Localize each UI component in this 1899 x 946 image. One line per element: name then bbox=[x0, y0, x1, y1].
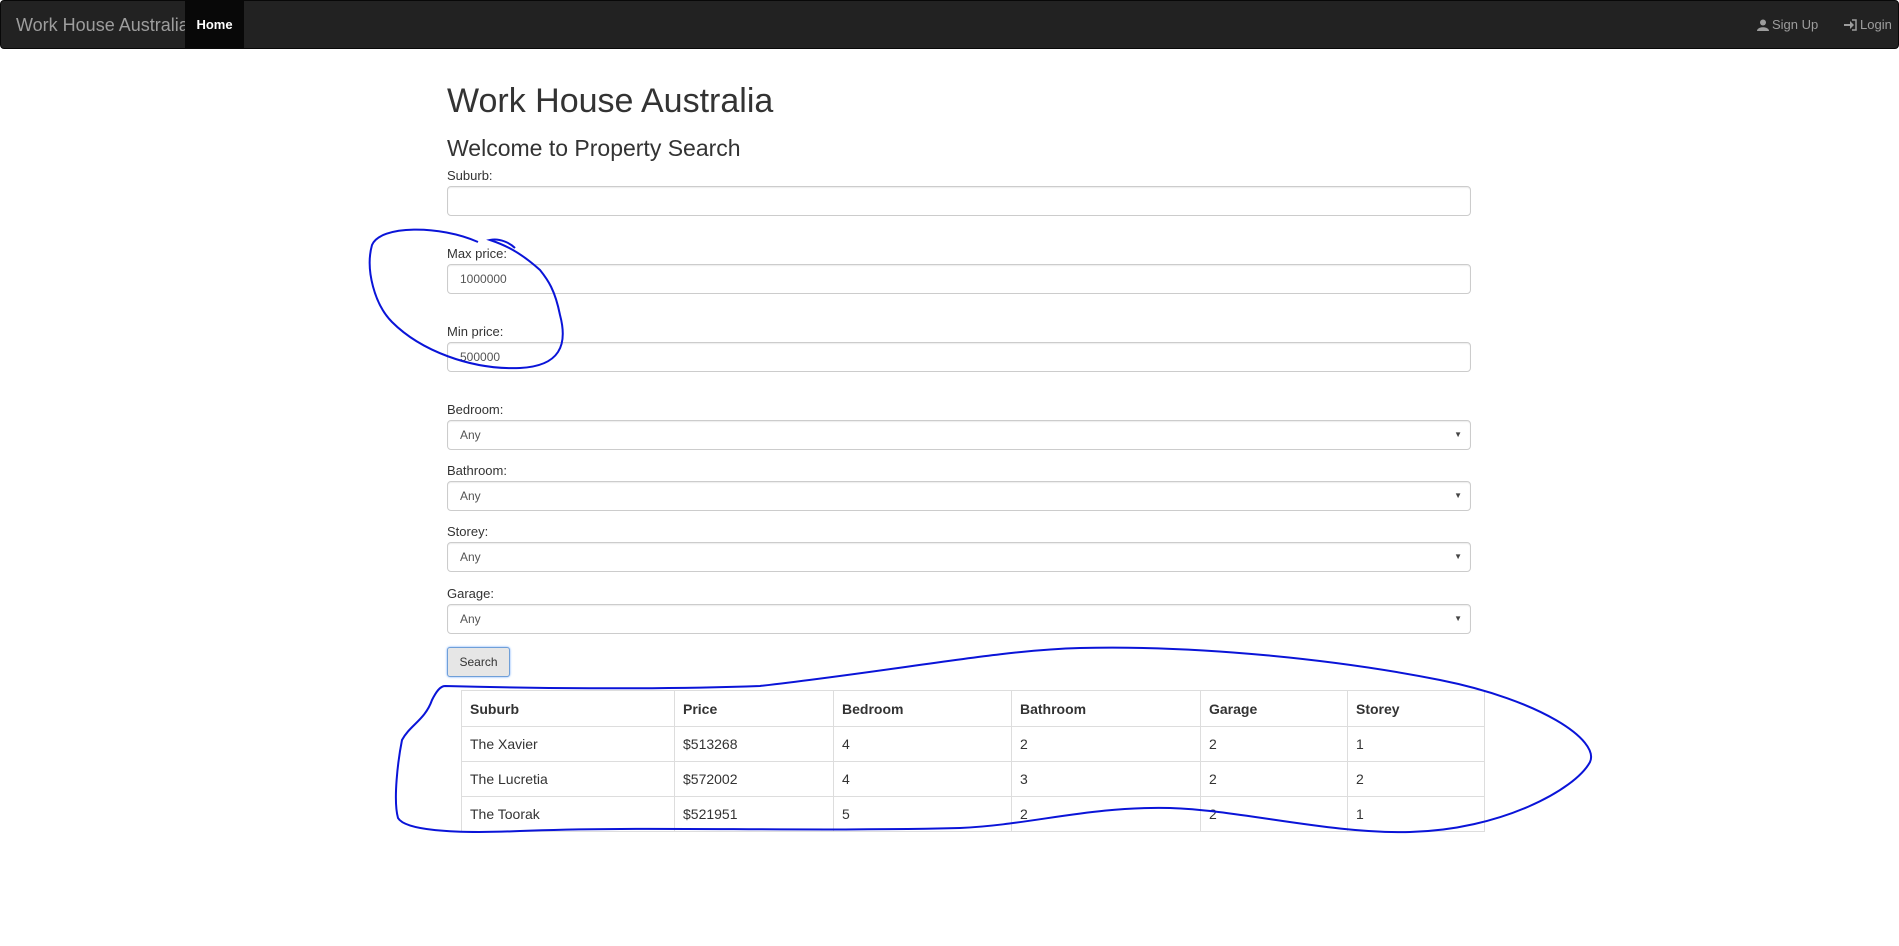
caret-down-icon: ▼ bbox=[1454, 552, 1462, 561]
bedroom-value: Any bbox=[460, 428, 481, 442]
user-icon bbox=[1757, 19, 1769, 31]
table-cell: 2 bbox=[1200, 761, 1348, 797]
table-cell: 4 bbox=[833, 726, 1012, 762]
column-header: Storey bbox=[1347, 690, 1485, 727]
suburb-input[interactable] bbox=[447, 186, 1471, 216]
login-icon bbox=[1844, 18, 1857, 31]
caret-down-icon: ▼ bbox=[1454, 430, 1462, 439]
bedroom-label: Bedroom: bbox=[447, 402, 504, 417]
table-cell: The Xavier bbox=[461, 726, 675, 762]
table-row: The Toorak $521951 5 2 2 1 bbox=[461, 796, 1485, 832]
table-cell: 3 bbox=[1011, 761, 1201, 797]
table-cell: $572002 bbox=[674, 761, 834, 797]
table-cell: The Lucretia bbox=[461, 761, 675, 797]
bathroom-value: Any bbox=[460, 489, 481, 503]
min-price-label: Min price: bbox=[447, 324, 504, 339]
column-header: Garage bbox=[1200, 690, 1348, 727]
bathroom-label: Bathroom: bbox=[447, 463, 507, 478]
column-header: Price bbox=[674, 690, 834, 727]
nav-home[interactable]: Home bbox=[185, 1, 244, 48]
garage-label: Garage: bbox=[447, 586, 494, 601]
table-header-row: Suburb Price Bedroom Bathroom Garage Sto… bbox=[461, 690, 1485, 727]
storey-label: Storey: bbox=[447, 524, 489, 539]
table-cell: 5 bbox=[833, 796, 1012, 832]
navbar: Work House Australia Home Sign Up Login bbox=[0, 0, 1899, 49]
column-header: Suburb bbox=[461, 690, 675, 727]
table-cell: 2 bbox=[1200, 726, 1348, 762]
column-header: Bathroom bbox=[1011, 690, 1201, 727]
table-cell: 1 bbox=[1347, 726, 1485, 762]
table-cell: 2 bbox=[1011, 796, 1201, 832]
table-cell: The Toorak bbox=[461, 796, 675, 832]
search-button[interactable]: Search bbox=[447, 647, 510, 677]
min-price-input[interactable]: 500000 bbox=[447, 342, 1471, 372]
caret-down-icon: ▼ bbox=[1454, 491, 1462, 500]
login-link[interactable]: Login bbox=[1844, 1, 1892, 48]
brand-link[interactable]: Work House Australia bbox=[16, 1, 189, 48]
table-cell: 2 bbox=[1347, 761, 1485, 797]
results-table: Suburb Price Bedroom Bathroom Garage Sto… bbox=[461, 690, 1485, 832]
max-price-label: Max price: bbox=[447, 246, 507, 261]
caret-down-icon: ▼ bbox=[1454, 614, 1462, 623]
bedroom-select[interactable]: Any ▼ bbox=[447, 420, 1471, 450]
storey-value: Any bbox=[460, 550, 481, 564]
signup-link[interactable]: Sign Up bbox=[1757, 1, 1818, 48]
bathroom-select[interactable]: Any ▼ bbox=[447, 481, 1471, 511]
table-row: The Xavier $513268 4 2 2 1 bbox=[461, 726, 1485, 762]
table-cell: 4 bbox=[833, 761, 1012, 797]
column-header: Bedroom bbox=[833, 690, 1012, 727]
table-row: The Lucretia $572002 4 3 2 2 bbox=[461, 761, 1485, 797]
table-cell: 1 bbox=[1347, 796, 1485, 832]
suburb-label: Suburb: bbox=[447, 168, 493, 183]
login-label: Login bbox=[1860, 16, 1892, 32]
garage-value: Any bbox=[460, 612, 481, 626]
page-title: Work House Australia bbox=[447, 82, 774, 120]
signup-label: Sign Up bbox=[1772, 16, 1819, 32]
max-price-input[interactable]: 1000000 bbox=[447, 264, 1471, 294]
table-cell: $521951 bbox=[674, 796, 834, 832]
page-subtitle: Welcome to Property Search bbox=[447, 135, 741, 161]
garage-select[interactable]: Any ▼ bbox=[447, 604, 1471, 634]
table-cell: 2 bbox=[1200, 796, 1348, 832]
table-cell: $513268 bbox=[674, 726, 834, 762]
storey-select[interactable]: Any ▼ bbox=[447, 542, 1471, 572]
table-cell: 2 bbox=[1011, 726, 1201, 762]
